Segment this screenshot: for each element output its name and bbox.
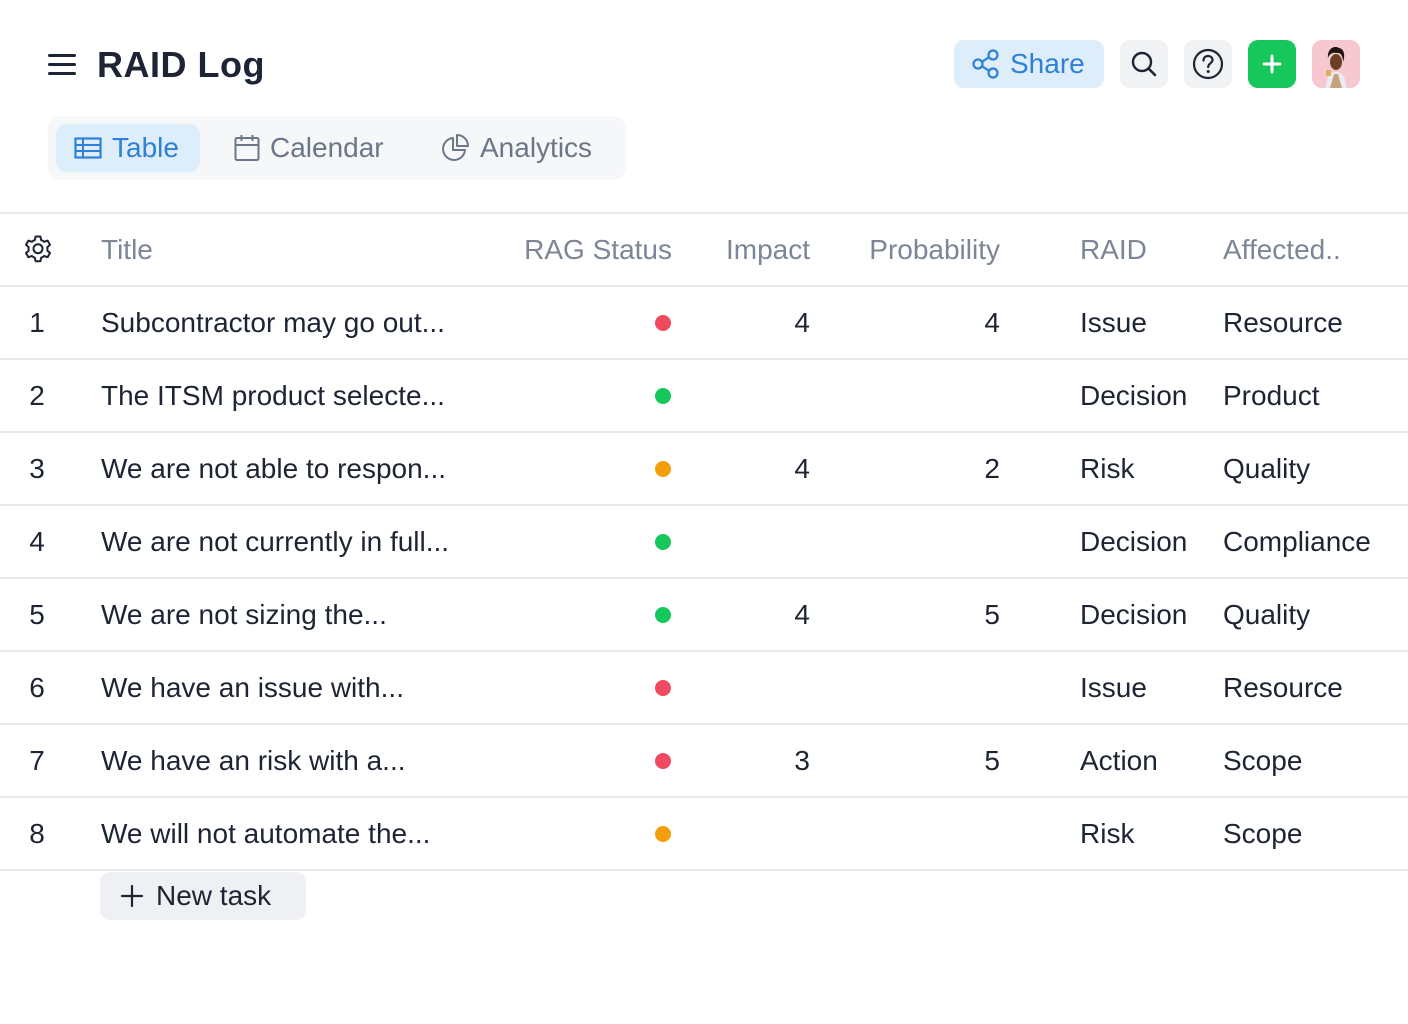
calendar-icon xyxy=(234,135,260,161)
page-title: RAID Log xyxy=(97,44,265,85)
table-row[interactable]: 6 We have an issue with... Issue Resource xyxy=(0,650,1408,723)
column-header-probability[interactable]: Probability xyxy=(850,214,1000,285)
row-title[interactable]: We will not automate the... xyxy=(101,798,430,869)
row-probability[interactable] xyxy=(850,798,1000,869)
tab-calendar[interactable]: Calendar xyxy=(234,124,384,172)
row-title[interactable]: We have an risk with a... xyxy=(101,725,406,796)
rag-status-dot[interactable] xyxy=(655,826,671,842)
add-button[interactable] xyxy=(1248,40,1296,88)
column-header-impact[interactable]: Impact xyxy=(700,214,810,285)
row-raid[interactable]: Decision xyxy=(1080,360,1187,431)
row-impact[interactable]: 4 xyxy=(700,287,810,358)
row-affected[interactable]: Product xyxy=(1223,360,1320,431)
row-impact[interactable] xyxy=(700,652,810,723)
row-title[interactable]: The ITSM product selecte... xyxy=(101,360,445,431)
table-header-row: Title RAG Status Impact Probability RAID… xyxy=(0,212,1408,285)
row-raid[interactable]: Decision xyxy=(1080,579,1187,650)
row-raid[interactable]: Risk xyxy=(1080,798,1134,869)
row-number: 2 xyxy=(29,380,45,411)
row-impact[interactable] xyxy=(700,506,810,577)
table-row[interactable]: 8 We will not automate the... Risk Scope xyxy=(0,796,1408,871)
row-raid[interactable]: Decision xyxy=(1080,506,1187,577)
row-title[interactable]: We are not able to respon... xyxy=(101,433,446,504)
row-raid[interactable]: Issue xyxy=(1080,652,1147,723)
row-probability[interactable]: 5 xyxy=(850,725,1000,796)
row-number: 6 xyxy=(29,672,45,703)
column-header-affected[interactable]: Affected.. xyxy=(1223,214,1341,285)
view-switcher: Table Calendar Analytics xyxy=(48,116,626,180)
row-impact[interactable] xyxy=(700,798,810,869)
user-avatar[interactable] xyxy=(1312,40,1360,88)
row-number: 8 xyxy=(29,818,45,849)
search-icon xyxy=(1131,51,1157,77)
row-impact[interactable]: 4 xyxy=(700,433,810,504)
share-label: Share xyxy=(1010,48,1085,79)
row-affected[interactable]: Compliance xyxy=(1223,506,1371,577)
raid-table: Title RAG Status Impact Probability RAID… xyxy=(0,212,1408,871)
row-title[interactable]: We are not currently in full... xyxy=(101,506,449,577)
row-probability[interactable] xyxy=(850,506,1000,577)
rag-status-dot[interactable] xyxy=(655,753,671,769)
hamburger-menu-icon[interactable] xyxy=(48,54,76,76)
row-raid[interactable]: Issue xyxy=(1080,287,1147,358)
row-probability[interactable]: 2 xyxy=(850,433,1000,504)
plus-icon xyxy=(120,884,144,908)
new-task-button[interactable]: New task xyxy=(100,872,306,920)
row-affected[interactable]: Scope xyxy=(1223,725,1302,796)
help-button[interactable] xyxy=(1184,40,1232,88)
row-probability[interactable] xyxy=(850,360,1000,431)
share-icon xyxy=(972,49,999,79)
row-number: 5 xyxy=(29,599,45,630)
row-number: 7 xyxy=(29,745,45,776)
row-number: 3 xyxy=(29,453,45,484)
plus-icon xyxy=(1262,54,1282,74)
table-row[interactable]: 3 We are not able to respon... 4 2 Risk Quali… xyxy=(0,431,1408,504)
rag-status-dot[interactable] xyxy=(655,388,671,404)
row-affected[interactable]: Quality xyxy=(1223,433,1310,504)
table-row[interactable]: 4 We are not currently in full... Decision… xyxy=(0,504,1408,577)
row-raid[interactable]: Action xyxy=(1080,725,1158,796)
row-title[interactable]: Subcontractor may go out... xyxy=(101,287,445,358)
pie-chart-icon xyxy=(442,134,469,161)
row-probability[interactable] xyxy=(850,652,1000,723)
raid-log-page: RAID Log Share Table Calendar Analytics … xyxy=(0,0,1408,1024)
table-row[interactable]: 1 Subcontractor may go out... 4 4 Issue Resou… xyxy=(0,285,1408,358)
tab-analytics-label: Analytics xyxy=(480,132,593,163)
tab-calendar-label: Calendar xyxy=(270,132,384,163)
row-affected[interactable]: Resource xyxy=(1223,652,1343,723)
tab-table[interactable]: Table xyxy=(56,124,200,172)
table-icon xyxy=(74,137,102,159)
row-title[interactable]: We are not sizing the... xyxy=(101,579,387,650)
column-header-title[interactable]: Title xyxy=(101,214,153,285)
tab-table-label: Table xyxy=(112,132,179,163)
row-impact[interactable]: 4 xyxy=(700,579,810,650)
row-probability[interactable]: 5 xyxy=(850,579,1000,650)
new-task-label: New task xyxy=(156,880,272,911)
row-number: 1 xyxy=(29,307,45,338)
row-impact[interactable] xyxy=(700,360,810,431)
column-header-raid[interactable]: RAID xyxy=(1080,214,1147,285)
tab-analytics[interactable]: Analytics xyxy=(440,124,592,172)
share-button[interactable]: Share xyxy=(954,40,1104,88)
row-number: 4 xyxy=(29,526,45,557)
row-raid[interactable]: Risk xyxy=(1080,433,1134,504)
row-affected[interactable]: Resource xyxy=(1223,287,1343,358)
rag-status-dot[interactable] xyxy=(655,461,671,477)
table-row[interactable]: 2 The ITSM product selecte... Decision Prod… xyxy=(0,358,1408,431)
row-affected[interactable]: Scope xyxy=(1223,798,1302,869)
column-header-rag-status[interactable]: RAG Status xyxy=(522,214,672,285)
row-impact[interactable]: 3 xyxy=(700,725,810,796)
row-affected[interactable]: Quality xyxy=(1223,579,1310,650)
row-probability[interactable]: 4 xyxy=(850,287,1000,358)
rag-status-dot[interactable] xyxy=(655,534,671,550)
help-icon xyxy=(1192,48,1224,80)
rag-status-dot[interactable] xyxy=(655,680,671,696)
gear-icon[interactable] xyxy=(22,214,54,285)
row-title[interactable]: We have an issue with... xyxy=(101,652,404,723)
rag-status-dot[interactable] xyxy=(655,607,671,623)
table-row[interactable]: 5 We are not sizing the... 4 5 Decision Quali… xyxy=(0,577,1408,650)
rag-status-dot[interactable] xyxy=(655,315,671,331)
table-row[interactable]: 7 We have an risk with a... 3 5 Action Scope xyxy=(0,723,1408,796)
search-button[interactable] xyxy=(1120,40,1168,88)
